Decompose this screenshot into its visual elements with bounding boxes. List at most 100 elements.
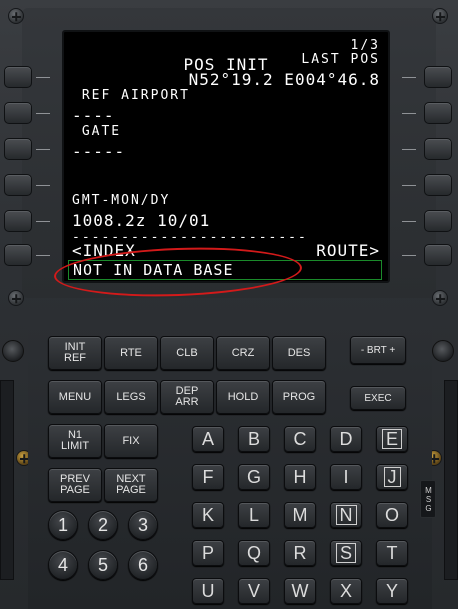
lsk-tick: [36, 113, 50, 114]
alpha-key-label: H: [293, 466, 307, 487]
alpha-key-label: I: [343, 466, 349, 487]
number-key[interactable]: 1: [48, 510, 78, 540]
function-key[interactable]: FIX: [104, 424, 158, 458]
alpha-key[interactable]: Y: [376, 578, 408, 604]
lsk-tick: [402, 255, 416, 256]
number-key[interactable]: 4: [48, 550, 78, 580]
display-row-left: ----: [72, 106, 115, 125]
function-key[interactable]: N1 LIMIT: [48, 424, 102, 458]
display-row-right: N52°19.2 E004°46.8: [188, 70, 380, 89]
screw-icon: [8, 290, 24, 306]
alpha-key[interactable]: H: [284, 464, 316, 490]
lsk-5l[interactable]: [4, 210, 32, 232]
alpha-key[interactable]: M: [284, 502, 316, 528]
alpha-key[interactable]: U: [192, 578, 224, 604]
lsk-5r[interactable]: [424, 210, 452, 232]
alpha-key[interactable]: B: [238, 426, 270, 452]
lsk-tick: [402, 113, 416, 114]
number-key[interactable]: 5: [88, 550, 118, 580]
display-row: [72, 160, 380, 180]
function-key[interactable]: INIT REF: [48, 336, 102, 370]
display-row: REF AIRPORT: [72, 88, 380, 108]
cdu-display: POS INIT 1/3 LAST POS N52°19.2 E004°46.8 …: [62, 30, 390, 283]
alpha-key[interactable]: Q: [238, 540, 270, 566]
mounting-knob-icon: [2, 340, 24, 362]
alpha-key[interactable]: P: [192, 540, 224, 566]
alpha-key[interactable]: N: [330, 502, 362, 528]
function-key[interactable]: PROG: [272, 380, 326, 414]
alpha-key[interactable]: D: [330, 426, 362, 452]
function-key[interactable]: CLB: [160, 336, 214, 370]
display-row: 1008.2z 10/01: [72, 211, 380, 231]
page-number: 1/3: [350, 38, 380, 53]
alpha-key[interactable]: W: [284, 578, 316, 604]
function-key[interactable]: CRZ: [216, 336, 270, 370]
function-key[interactable]: MENU: [48, 380, 102, 414]
lsk-1r[interactable]: [424, 66, 452, 88]
display-row: LAST POS: [72, 52, 380, 72]
display-row-left: REF AIRPORT: [72, 88, 190, 103]
display-row-right: ROUTE>: [316, 241, 380, 260]
lsk-4r[interactable]: [424, 174, 452, 196]
lsk-tick: [402, 77, 416, 78]
function-key[interactable]: PREV PAGE: [48, 468, 102, 502]
lsk-4l[interactable]: [4, 174, 32, 196]
screw-icon: [432, 8, 448, 24]
alpha-key-label: K: [201, 504, 214, 525]
lsk-tick: [36, 149, 50, 150]
alpha-key-label: V: [247, 580, 260, 601]
alpha-key[interactable]: I: [330, 464, 362, 490]
alpha-key[interactable]: L: [238, 502, 270, 528]
cdu-bezel: POS INIT 1/3 LAST POS N52°19.2 E004°46.8 …: [0, 0, 458, 609]
mounting-knob-icon: [432, 340, 454, 362]
alpha-key-label: E: [381, 429, 402, 449]
screw-icon: [8, 8, 24, 24]
function-key[interactable]: RTE: [104, 336, 158, 370]
lsk-2r[interactable]: [424, 102, 452, 124]
function-key[interactable]: DEP ARR: [160, 380, 214, 414]
display-row-left: -----: [72, 142, 126, 161]
lsk-2l[interactable]: [4, 102, 32, 124]
alpha-key[interactable]: C: [284, 426, 316, 452]
function-key[interactable]: DES: [272, 336, 326, 370]
lsk-tick: [402, 149, 416, 150]
alpha-key[interactable]: T: [376, 540, 408, 566]
lsk-6r[interactable]: [424, 244, 452, 266]
alpha-key[interactable]: S: [330, 540, 362, 566]
function-key[interactable]: HOLD: [216, 380, 270, 414]
lsk-6l[interactable]: [4, 244, 32, 266]
lsk-3r[interactable]: [424, 138, 452, 160]
alpha-key-label: M: [292, 504, 308, 525]
lsk-tick: [402, 221, 416, 222]
number-key[interactable]: 3: [128, 510, 158, 540]
alpha-key[interactable]: J: [376, 464, 408, 490]
display-row: GATE: [72, 124, 380, 144]
function-key[interactable]: LEGS: [104, 380, 158, 414]
display-row-right: LAST POS: [301, 52, 380, 67]
lsk-tick: [36, 77, 50, 78]
alpha-key-label: L: [248, 504, 259, 525]
lsk-tick: [36, 185, 50, 186]
number-key[interactable]: 2: [88, 510, 118, 540]
alpha-key-label: G: [246, 466, 261, 487]
alpha-key[interactable]: F: [192, 464, 224, 490]
alpha-key[interactable]: X: [330, 578, 362, 604]
alpha-key-label: B: [247, 428, 260, 449]
alpha-key[interactable]: E: [376, 426, 408, 452]
alpha-key[interactable]: O: [376, 502, 408, 528]
alpha-key[interactable]: R: [284, 540, 316, 566]
alpha-key[interactable]: K: [192, 502, 224, 528]
alpha-key[interactable]: A: [192, 426, 224, 452]
exec-button[interactable]: EXEC: [350, 386, 406, 410]
display-row: -----: [72, 142, 380, 162]
brightness-button[interactable]: - BRT +: [350, 336, 406, 364]
lsk-3l[interactable]: [4, 138, 32, 160]
number-key[interactable]: 6: [128, 550, 158, 580]
function-key[interactable]: NEXT PAGE: [104, 468, 158, 502]
lsk-1l[interactable]: [4, 66, 32, 88]
display-row-left: GMT-MON/DY: [72, 193, 171, 208]
alpha-key-label: T: [386, 542, 398, 563]
alpha-key[interactable]: V: [238, 578, 270, 604]
alpha-key[interactable]: G: [238, 464, 270, 490]
alpha-key-label: P: [201, 542, 214, 563]
